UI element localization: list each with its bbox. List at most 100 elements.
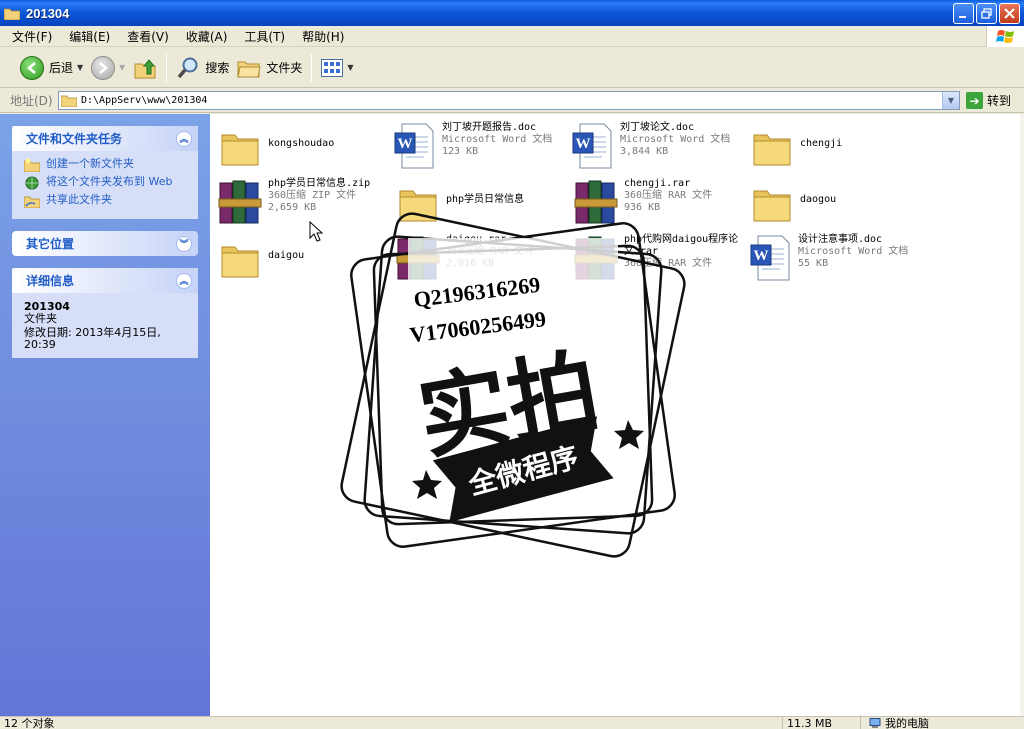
status-bar: 12 个对象 11.3 MB 我的电脑 — [0, 715, 1024, 729]
close-button[interactable] — [999, 3, 1020, 24]
search-button[interactable]: 搜索 — [172, 52, 233, 84]
file-tasks-panel: 文件和文件夹任务 ︽ 创建一个新文件夹 将这个文件夹发布到 Web 共享此文件夹 — [12, 126, 198, 219]
file-name: kongshoudao — [268, 138, 335, 149]
file-item[interactable]: chengji — [750, 124, 926, 172]
address-label: 地址(D) — [10, 94, 53, 108]
address-bar: 地址(D) D:\AppServ\www\201304 ▼ ➔ 转到 — [0, 89, 1024, 113]
task-share-folder[interactable]: 共享此文件夹 — [24, 194, 188, 208]
details-panel: 详细信息 ︽ 201304 文件夹 修改日期: 2013年4月15日, 20:3… — [12, 268, 198, 358]
go-arrow-icon: ➔ — [966, 92, 983, 109]
menu-file[interactable]: 文件(F) — [12, 28, 52, 45]
file-item[interactable]: W 刘丁坡论文.doc Microsoft Word 文档 3,844 KB — [570, 122, 746, 170]
up-folder-button[interactable] — [129, 52, 161, 84]
file-size: 3,844 KB — [620, 146, 669, 157]
file-item[interactable]: W 刘丁坡开题报告.doc Microsoft Word 文档 123 KB — [392, 122, 568, 170]
other-places-panel: 其它位置 ︾ — [12, 231, 198, 256]
expand-icon[interactable]: ︾ — [176, 235, 192, 252]
file-name: 刘丁坡开题报告.doc — [442, 122, 537, 133]
file-tasks-header[interactable]: 文件和文件夹任务 ︽ — [12, 126, 198, 151]
folder-icon — [750, 180, 794, 228]
windows-flag-icon — [995, 29, 1014, 43]
file-item[interactable]: php学员日常信息.zip 360压缩 ZIP 文件 2,659 KB — [218, 178, 394, 226]
restore-icon — [981, 8, 992, 19]
task-publish-web[interactable]: 将这个文件夹发布到 Web — [24, 176, 188, 190]
file-name: 设计注意事项.doc — [798, 234, 883, 245]
svg-text:W: W — [576, 136, 591, 152]
go-label: 转到 — [987, 94, 1012, 108]
scrollbar[interactable] — [1020, 114, 1024, 716]
file-type: 360压缩 RAR 文件 — [446, 246, 535, 257]
file-type: 360压缩 RAR 文件 — [624, 258, 713, 269]
folder-icon — [61, 95, 77, 107]
back-dropdown-icon[interactable]: ▼ — [77, 63, 83, 72]
file-item[interactable]: kongshoudao — [218, 124, 394, 172]
forward-button[interactable]: ▼ — [87, 52, 129, 84]
toolbar: 后退 ▼ ▼ 搜索 文件夹 ▼ — [0, 48, 1024, 88]
file-name: php学员日常信息 — [446, 194, 525, 205]
details-modified: 修改日期: 2013年4月15日, 20:39 — [24, 326, 161, 351]
back-label: 后退 — [49, 61, 74, 75]
file-item[interactable]: php代购网daigou程序论文.rar 360压缩 RAR 文件 — [574, 234, 750, 282]
file-type: Microsoft Word 文档 — [442, 134, 553, 145]
toolbar-separator — [311, 53, 313, 82]
status-object-count: 12 个对象 — [4, 717, 55, 729]
details-title: 详细信息 — [26, 274, 75, 288]
task-publish-web-label: 将这个文件夹发布到 Web — [46, 175, 173, 188]
minimize-icon — [959, 16, 966, 18]
minimize-button[interactable] — [953, 3, 974, 24]
details-header[interactable]: 详细信息 ︽ — [12, 268, 198, 293]
menu-bar: 文件(F) 编辑(E) 查看(V) 收藏(A) 工具(T) 帮助(H) — [0, 26, 1024, 47]
forward-dropdown-icon[interactable]: ▼ — [119, 63, 125, 72]
views-dropdown-icon[interactable]: ▼ — [347, 63, 353, 72]
file-name: php学员日常信息.zip — [268, 178, 371, 189]
file-item[interactable]: daigou.rar 360压缩 RAR 文件 2,016 KB — [396, 234, 572, 282]
window-title: 201304 — [26, 5, 70, 21]
menu-view[interactable]: 查看(V) — [127, 28, 169, 45]
address-input[interactable]: D:\AppServ\www\201304 ▼ — [58, 91, 960, 110]
file-size: 55 KB — [798, 258, 829, 269]
title-bar[interactable]: 201304 — [0, 0, 1024, 26]
views-button[interactable]: ▼ — [317, 52, 357, 84]
folders-icon — [237, 61, 261, 77]
back-arrow-icon — [20, 55, 44, 80]
forward-arrow-icon — [91, 55, 116, 80]
file-item[interactable]: chengji.rar 360压缩 RAR 文件 936 KB — [574, 178, 750, 226]
go-button[interactable]: ➔ 转到 — [966, 92, 1011, 109]
file-item[interactable]: W 设计注意事项.doc Microsoft Word 文档 55 KB — [748, 234, 924, 282]
address-dropdown-icon[interactable]: ▼ — [942, 92, 959, 109]
file-type: 360压缩 RAR 文件 — [624, 190, 713, 201]
folder-icon — [396, 180, 440, 228]
collapse-icon[interactable]: ︽ — [176, 130, 192, 147]
menu-tools[interactable]: 工具(T) — [244, 28, 285, 45]
back-button[interactable]: 后退 ▼ — [16, 52, 87, 84]
file-item[interactable]: daogou — [750, 180, 926, 228]
windows-logo — [986, 26, 1024, 47]
search-icon — [177, 57, 198, 78]
archive-icon — [396, 234, 440, 282]
maximize-button[interactable] — [976, 3, 997, 24]
menu-help[interactable]: 帮助(H) — [302, 28, 344, 45]
other-places-header[interactable]: 其它位置 ︾ — [12, 231, 198, 256]
menu-edit[interactable]: 编辑(E) — [69, 28, 110, 45]
word-doc-icon: W — [748, 234, 792, 282]
archive-icon — [574, 178, 618, 226]
svg-text:W: W — [398, 136, 413, 152]
task-share-folder-label: 共享此文件夹 — [46, 193, 112, 206]
file-item[interactable]: php学员日常信息 — [396, 180, 572, 228]
file-size: 2,659 KB — [268, 202, 317, 213]
up-folder-icon — [134, 58, 156, 78]
file-name: daigou.rar — [446, 234, 507, 245]
menu-favorites[interactable]: 收藏(A) — [186, 28, 228, 45]
close-icon — [1004, 8, 1015, 19]
folder-icon — [4, 8, 20, 20]
folder-icon — [218, 236, 262, 284]
toolbar-separator — [166, 53, 168, 82]
file-item[interactable]: daigou — [218, 236, 394, 284]
collapse-icon[interactable]: ︽ — [176, 272, 192, 289]
task-new-folder[interactable]: 创建一个新文件夹 — [24, 158, 188, 172]
folders-button[interactable]: 文件夹 — [233, 52, 306, 84]
folder-icon — [750, 124, 794, 172]
file-list-view[interactable]: kongshoudao W 刘丁坡开题报告.doc Microsoft Word … — [210, 114, 1020, 716]
archive-icon — [218, 178, 262, 226]
other-places-title: 其它位置 — [26, 237, 75, 251]
